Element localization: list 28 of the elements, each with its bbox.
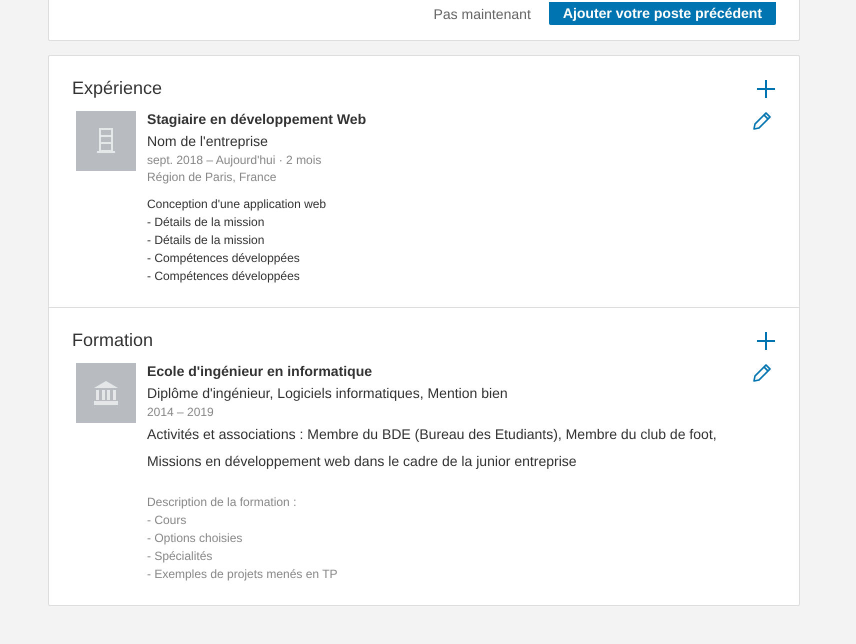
edit-icon[interactable] [752, 111, 772, 131]
not-now-button[interactable]: Pas maintenant [434, 4, 531, 24]
add-icon[interactable] [756, 330, 776, 350]
entry-title: Stagiaire en développement Web [147, 111, 368, 127]
activities-text: Activités et associations : Membre du BDE (Bureau des Etudiants), Membre du club de foot, Missions en développement web dans le cadre de la junior entreprise [147, 425, 718, 471]
entry-meta: 2014 – 2019 [147, 404, 215, 421]
entry-title: Ecole d'ingénieur en informatique [147, 363, 374, 379]
description-line: - Exemples de projets menés en TP [147, 566, 339, 583]
description-line: - Spécialités [147, 548, 214, 565]
section-title: Expérience [72, 78, 162, 99]
entry-subtitle: Diplôme d'ingénieur, Logiciels informatiques, Mention bien [147, 385, 509, 401]
entry-subtitle: Nom de l'entreprise [147, 133, 269, 149]
section-title: Formation [72, 330, 154, 351]
description-line: Conception d'une application web [147, 196, 328, 213]
description-line: - Détails de la mission [147, 232, 266, 249]
add-icon[interactable] [756, 78, 776, 98]
description-line: - Cours [147, 512, 188, 529]
description-line: Description de la formation : [147, 494, 298, 511]
add-position-button[interactable]: Ajouter votre poste précédent [548, 2, 776, 25]
entry-meta: sept. 2018 – Aujourd'hui · 2 mois [147, 152, 322, 169]
description-line: - Options choisies [147, 530, 244, 547]
edit-icon[interactable] [752, 363, 772, 383]
bank-building-icon [93, 380, 119, 406]
description-line: - Compétences développées [147, 250, 301, 267]
entry-meta: Région de Paris, France [147, 169, 278, 186]
building-icon [97, 128, 115, 154]
description-line: - Détails de la mission [147, 214, 266, 231]
description-line: - Compétences développées [147, 268, 301, 285]
